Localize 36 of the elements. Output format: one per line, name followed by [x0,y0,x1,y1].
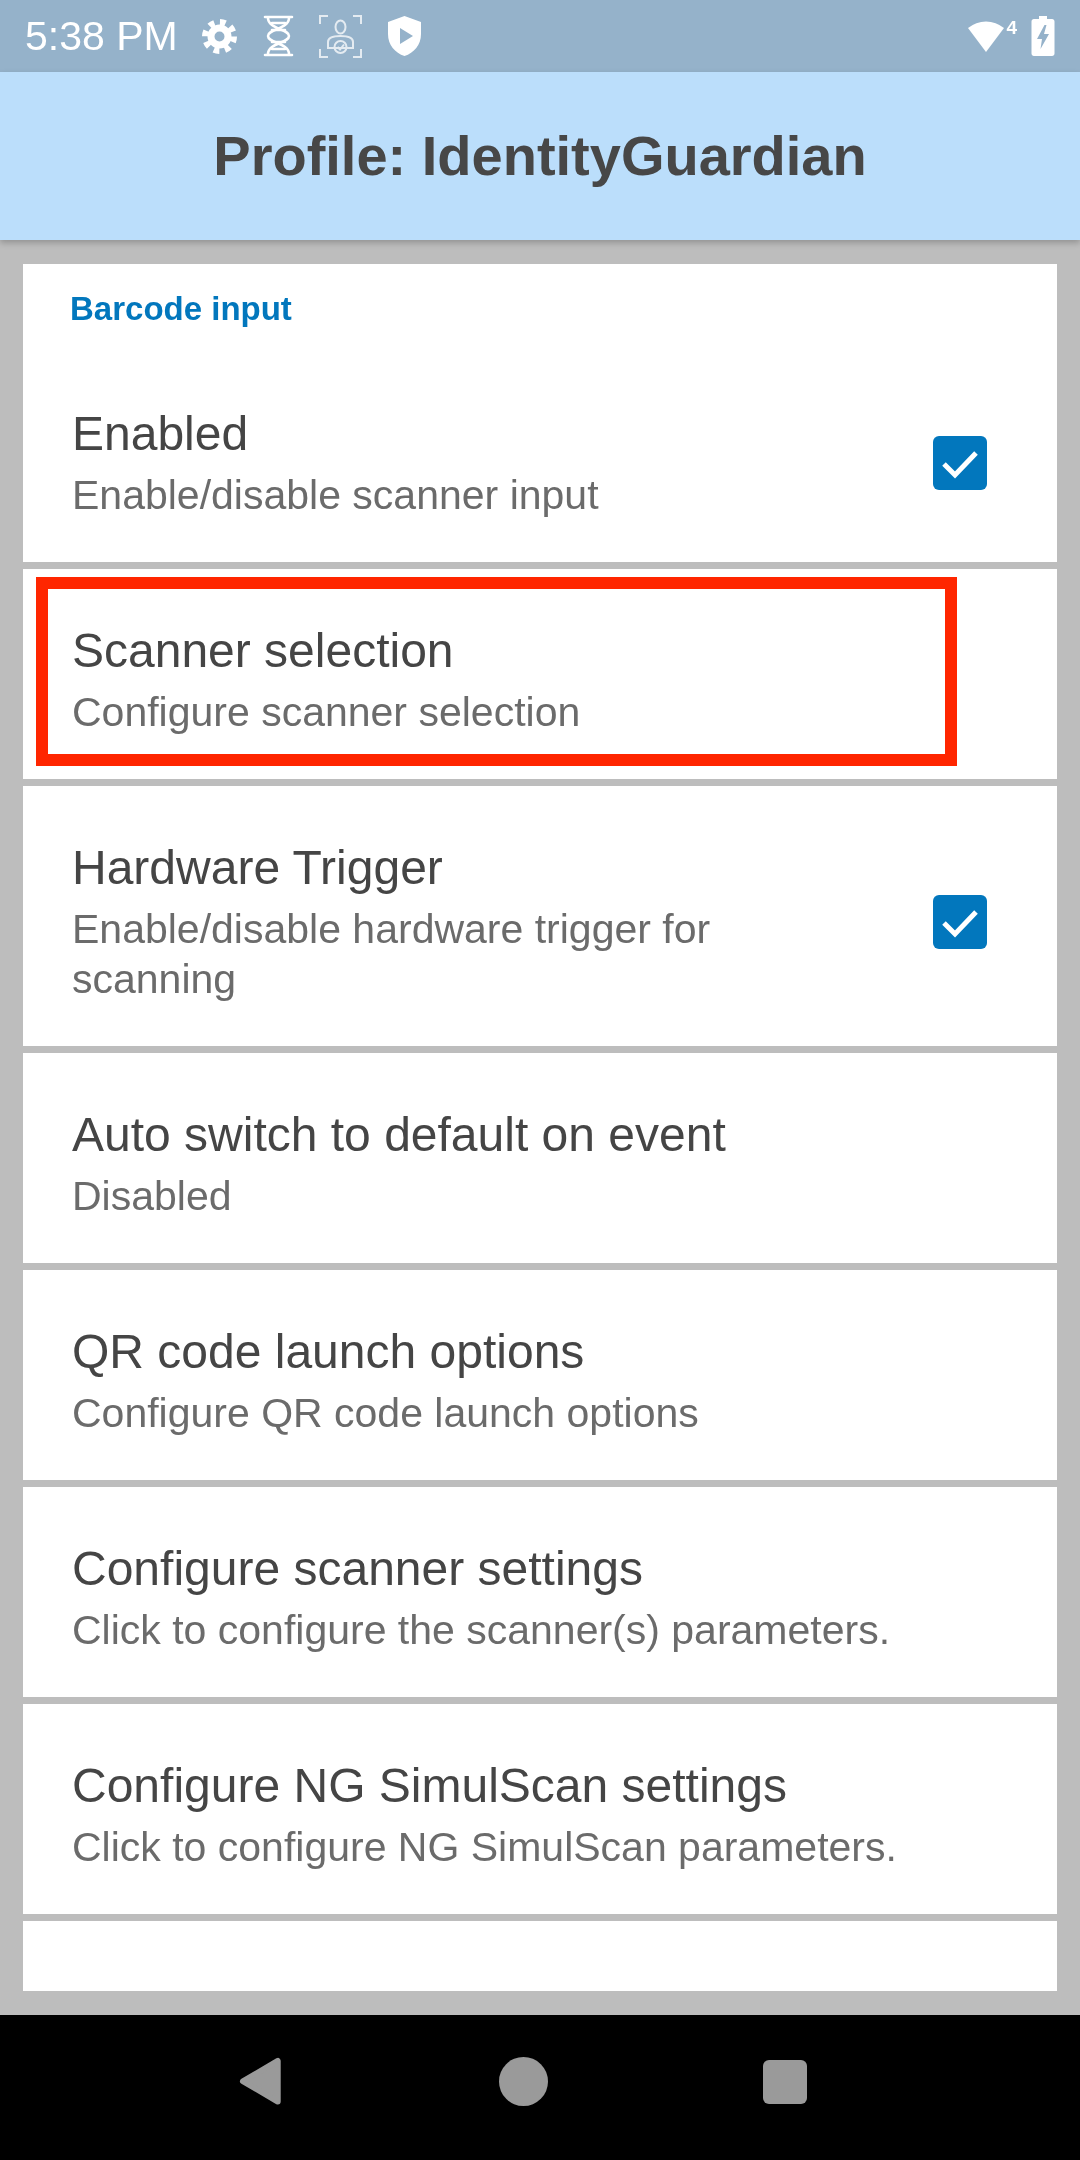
settings-list-item[interactable]: Enabled Enable/disable scanner input [23,352,1057,562]
settings-list-item[interactable]: Configure NG SimulScan settings Click to configure NG SimulScan parameters. [23,1704,1057,1914]
dna-icon [262,15,294,57]
item-title: QR code launch options [72,1324,586,1380]
item-summary: Enable/disable hardware trigger for scanning [72,905,712,1004]
home-icon[interactable] [498,2057,548,2106]
screen-title: Profile: IdentityGuardian [213,123,867,189]
item-title: Configure NG SimulScan settings [72,1758,788,1814]
checkbox[interactable] [933,894,987,949]
status-time: 5:38 PM [25,12,178,60]
network-type-label: 4 [1006,18,1017,38]
settings-list-item[interactable]: Auto switch to default on event Disabled [23,1053,1057,1263]
item-summary: Enable/disable scanner input [72,471,600,520]
item-title: Hardware Trigger [72,840,444,896]
item-summary: Configure scanner selection [72,688,582,737]
recents-icon[interactable] [762,2059,807,2104]
item-title: Scanner selection [72,623,455,679]
item-title: Configure scanner settings [72,1541,644,1597]
item-title: Enabled [72,406,250,462]
face-scan-icon [317,13,363,59]
settings-list-item[interactable]: Configure scanner settings Click to configure the scanner(s) parameters. [23,1487,1057,1697]
item-summary: Configure QR code launch options [72,1389,700,1438]
gear-icon [199,16,239,56]
item-summary: Click to configure NG SimulScan parameters. [72,1823,898,1872]
settings-list-item[interactable]: Hardware Trigger Enable/disable hardware trigger for scanning [23,786,1057,1046]
back-icon[interactable] [237,2056,284,2107]
item-title: Auto switch to default on event [72,1107,727,1163]
item-summary: Click to configure the scanner(s) parameters. [72,1606,892,1655]
section-header: Barcode input [69,289,293,329]
battery-charging-icon [1031,16,1055,56]
shield-play-icon [386,15,422,57]
checkbox[interactable] [933,435,987,490]
wifi-icon [967,19,1006,53]
settings-list-item[interactable]: QR code launch options Configure QR code launch options [23,1270,1057,1480]
item-summary: Disabled [72,1172,233,1221]
settings-list-item[interactable]: Scanner selection Configure scanner selection [23,569,1057,779]
